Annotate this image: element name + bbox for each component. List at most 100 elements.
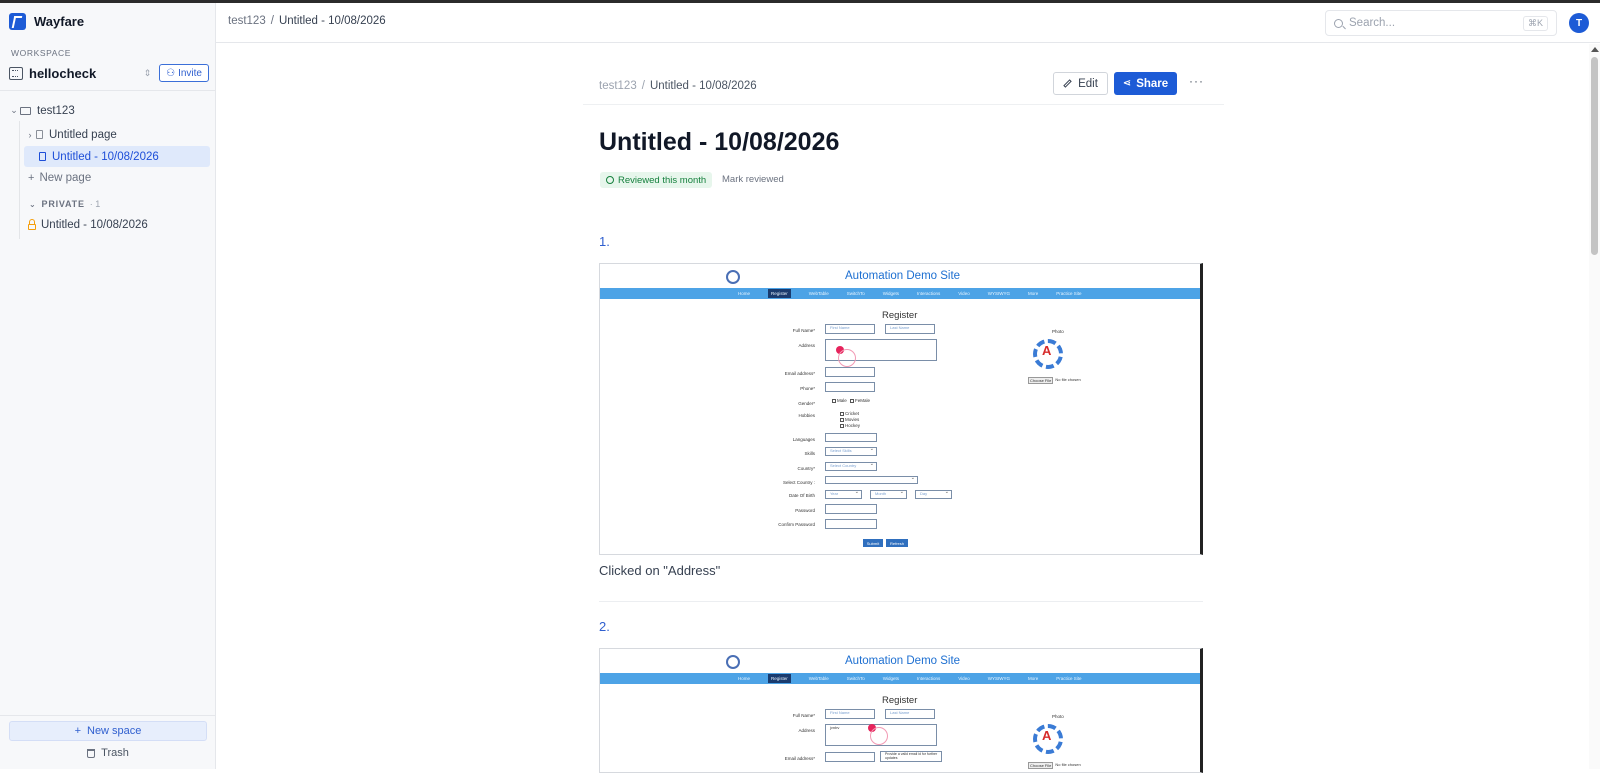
tree-item-test123[interactable]: ⌄ test123 <box>8 100 75 121</box>
tree-item-label: Untitled - 10/08/2026 <box>41 218 148 231</box>
form-label: Email address* <box>784 756 815 761</box>
scrollbar[interactable] <box>1589 44 1600 769</box>
new-page-button[interactable]: + New page <box>28 167 91 188</box>
pencil-icon <box>1063 79 1072 88</box>
form-field <box>825 504 877 514</box>
nav-item: WebTable <box>808 291 829 296</box>
check-circle-icon <box>606 176 614 184</box>
nav-item: Widgets <box>882 676 899 681</box>
form-label: Address <box>798 343 815 348</box>
breadcrumb: test123 / Untitled - 10/08/2026 <box>228 15 386 27</box>
file-status: No file chosen <box>1055 377 1081 382</box>
tree-item-label: test123 <box>37 104 75 117</box>
plus-icon: + <box>74 725 81 737</box>
form-label: Confirm Password <box>778 522 815 527</box>
screenshot-corner <box>1197 264 1200 270</box>
refresh-button: Refresh <box>886 539 908 547</box>
breadcrumb-current: Untitled - 10/08/2026 <box>649 80 757 92</box>
document-icon <box>39 152 46 161</box>
nav-item: Practice Site <box>1056 291 1082 296</box>
tree-item-label: Untitled page <box>49 128 117 141</box>
nav-item: WYSIWYG <box>987 676 1010 681</box>
tree-item-label: Untitled - 10/08/2026 <box>52 150 159 163</box>
private-label: PRIVATE <box>41 199 85 209</box>
form-select: Day <box>915 489 952 499</box>
form-field <box>825 367 875 377</box>
top-bar: test123 / Untitled - 10/08/2026 Search..… <box>216 3 1600 43</box>
new-space-label: New space <box>87 725 142 737</box>
breadcrumb-separator: / <box>641 80 645 92</box>
nav-item: Interactions <box>917 291 941 296</box>
form-field: First Name <box>825 324 875 334</box>
trash-button[interactable]: Trash <box>0 747 216 759</box>
brand[interactable]: Wayfare <box>9 13 84 30</box>
search-input[interactable]: Search... ⌘K <box>1325 10 1557 36</box>
share-button[interactable]: ⋖ Share <box>1114 72 1177 95</box>
checkbox-option: Cricket <box>840 411 859 416</box>
step-caption: Clicked on "Address" <box>599 563 721 578</box>
nav-item: SwitchTo <box>846 291 865 296</box>
step-screenshot[interactable]: Automation Demo Site Home Register WebTa… <box>599 263 1203 555</box>
form-field <box>825 433 877 442</box>
nav-item: Register <box>768 674 791 683</box>
chevron-right-icon[interactable]: › <box>24 130 36 140</box>
private-section-header[interactable]: ⌄ PRIVATE · 1 <box>29 199 100 209</box>
divider <box>0 90 216 91</box>
scroll-up-arrow-icon[interactable] <box>1591 47 1599 52</box>
app-name: Wayfare <box>34 14 85 29</box>
trash-label: Trash <box>101 747 129 759</box>
file-status: No file chosen <box>1055 762 1081 767</box>
sidebar: Wayfare WORKSPACE hellocheck ⇕ ⚇ Invite … <box>0 3 216 769</box>
chevron-down-icon[interactable]: ⌄ <box>29 200 37 209</box>
breadcrumb-current: Untitled - 10/08/2026 <box>278 15 386 27</box>
step-divider <box>599 601 1203 602</box>
step-number: 2. <box>599 619 610 634</box>
mark-reviewed-button[interactable]: Mark reviewed <box>722 174 784 185</box>
workspace-switcher[interactable]: hellocheck ⇕ ⚇ Invite <box>9 62 209 84</box>
form-label: Hobbies <box>798 413 815 418</box>
new-page-label: New page <box>39 171 92 184</box>
screenshot-header: Automation Demo Site <box>600 649 1200 673</box>
private-item-untitled-10-08-2026[interactable]: Untitled - 10/08/2026 <box>28 214 148 235</box>
tree-item-untitled-10-08-2026[interactable]: Untitled - 10/08/2026 <box>24 146 210 167</box>
edit-button[interactable]: Edit <box>1053 72 1108 95</box>
form-label: Email address* <box>784 371 815 376</box>
more-options-button[interactable]: ··· <box>1189 74 1204 88</box>
scrollbar-thumb[interactable] <box>1591 57 1598 255</box>
form-label: Select Country : <box>782 480 815 485</box>
breadcrumb-root[interactable]: test123 <box>228 15 266 27</box>
screenshot-corner <box>1197 649 1200 655</box>
new-space-button[interactable]: + New space <box>9 721 207 741</box>
screenshot-site-title: Automation Demo Site <box>845 655 961 667</box>
photo-label: Photo <box>1052 714 1064 719</box>
nav-item: Video <box>958 291 970 296</box>
nav-item: WebTable <box>808 676 829 681</box>
form-label: Skills <box>804 451 815 456</box>
nav-item: SwitchTo <box>846 676 865 681</box>
status-badge: Reviewed this month <box>600 172 713 188</box>
breadcrumb-root[interactable]: test123 <box>599 80 637 92</box>
step-screenshot[interactable]: Automation Demo Site Home Register WebTa… <box>599 648 1203 773</box>
form-label: Gender* <box>798 401 815 406</box>
workspace-label: WORKSPACE <box>11 48 72 58</box>
gear-logo-icon <box>726 655 740 669</box>
click-ring <box>870 727 888 745</box>
form-label: Country* <box>797 466 815 471</box>
chevron-down-icon[interactable]: ⌄ <box>8 105 20 116</box>
invite-button[interactable]: ⚇ Invite <box>159 64 209 82</box>
file-input: Choose File No file chosen <box>1028 762 1081 769</box>
nav-item: Home <box>738 676 751 681</box>
file-button-label: Choose File <box>1028 377 1054 384</box>
tree-item-untitled-page[interactable]: › Untitled page <box>24 124 117 145</box>
screenshot-heading: Register <box>882 310 918 321</box>
tree-guide-line <box>19 121 20 239</box>
form-label: Languages <box>792 437 815 442</box>
private-count: · 1 <box>89 199 101 209</box>
file-button-label: Choose File <box>1028 762 1054 769</box>
wayfare-logo-icon <box>9 13 26 30</box>
chevron-updown-icon[interactable]: ⇕ <box>144 68 152 79</box>
avatar[interactable]: T <box>1569 13 1589 33</box>
nav-item: Register <box>768 289 791 298</box>
invite-label: Invite <box>178 67 202 79</box>
nav-item: WYSIWYG <box>987 291 1010 296</box>
